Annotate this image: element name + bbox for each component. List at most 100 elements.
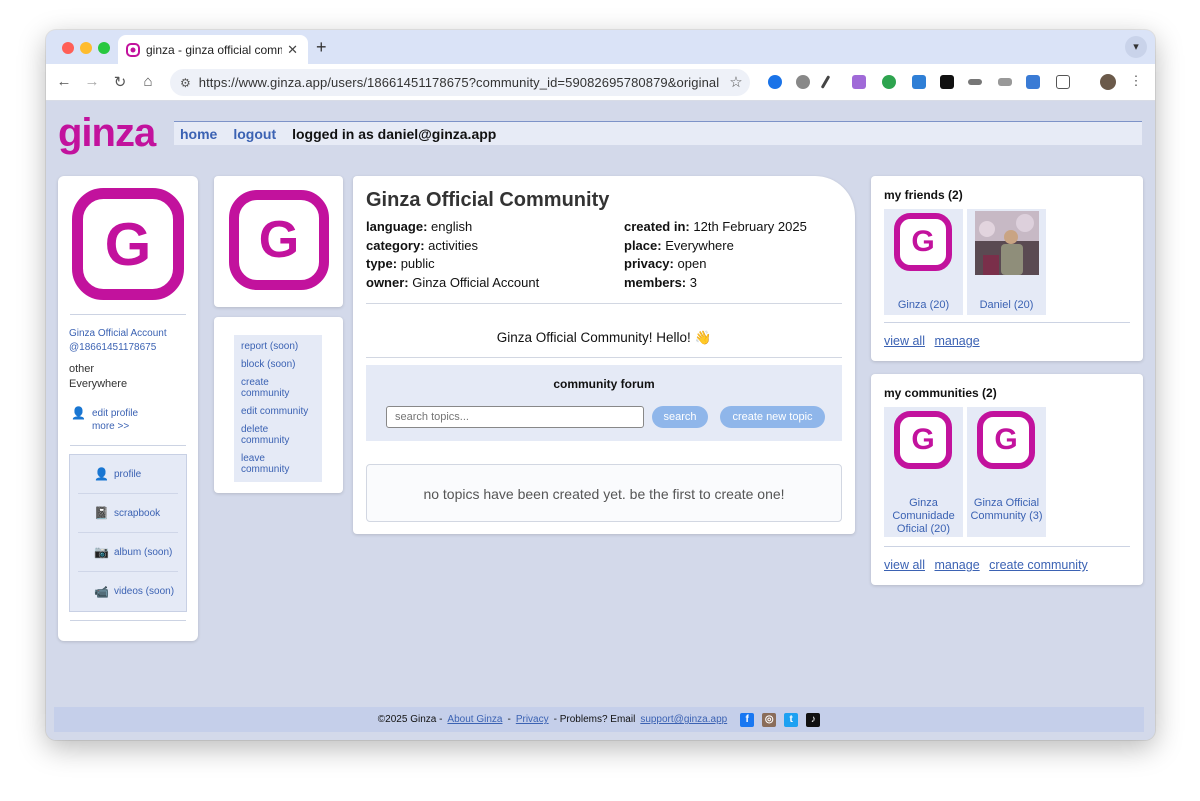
- friends-manage-link[interactable]: manage: [934, 334, 979, 348]
- back-arrow-icon[interactable]: ←: [54, 73, 74, 90]
- created-label: created in:: [624, 219, 690, 234]
- about-link[interactable]: About Ginza: [447, 714, 502, 725]
- microphone-extension-icon[interactable]: [796, 75, 810, 89]
- community-name[interactable]: Ginza Comunidade Oficial (20): [884, 497, 963, 536]
- browser-tab[interactable]: ginza - ginza official community ✕: [118, 35, 308, 64]
- tiktok-icon[interactable]: ♪: [806, 712, 821, 727]
- block-link[interactable]: block (soon): [234, 356, 322, 374]
- support-email-link[interactable]: support@ginza.app: [640, 714, 727, 725]
- new-tab-button[interactable]: +: [316, 37, 327, 58]
- communities-manage-link[interactable]: manage: [934, 558, 979, 572]
- report-link[interactable]: report (soon): [234, 338, 322, 356]
- pen-extension-icon[interactable]: [820, 75, 831, 89]
- language-value: english: [431, 219, 473, 234]
- community-tile[interactable]: G Ginza Comunidade Oficial (20): [884, 407, 963, 537]
- friends-view-all-link[interactable]: view all: [884, 334, 925, 348]
- extension-icon[interactable]: [1026, 75, 1040, 89]
- extension-icon[interactable]: [940, 75, 954, 89]
- ginza-g-icon: G: [104, 210, 152, 278]
- browser-window: ginza - ginza official community ✕ + ▾ ←…: [46, 30, 1155, 740]
- communities-card: my communities (2) G Ginza Comunidade Of…: [871, 374, 1143, 585]
- address-bar[interactable]: ⚙ https://www.ginza.app/users/1866145117…: [170, 69, 750, 96]
- create-new-topic-button[interactable]: create new topic: [720, 406, 825, 428]
- tab-search-chevron-icon[interactable]: ▾: [1125, 36, 1147, 58]
- community-actions: report (soon) block (soon) create commun…: [234, 335, 322, 482]
- footer-copyright: ©2025 Ginza -: [377, 714, 443, 725]
- footer-problems: - Problems? Email: [553, 714, 636, 725]
- no-topics-message: no topics have been created yet. be the …: [366, 464, 842, 522]
- communities-view-all-link[interactable]: view all: [884, 558, 925, 572]
- forum-title: community forum: [553, 377, 655, 391]
- notebook-icon: 📓: [94, 506, 109, 520]
- language-label: language:: [366, 219, 428, 234]
- edit-profile-link[interactable]: edit profile: [92, 407, 138, 420]
- close-tab-icon[interactable]: ✕: [287, 42, 298, 58]
- type-label: type:: [366, 256, 398, 271]
- create-community-link[interactable]: create community: [234, 374, 322, 403]
- camera-icon: 📷: [94, 545, 109, 559]
- profile-name-link[interactable]: Ginza Official Account: [69, 327, 167, 341]
- menu-item-profile[interactable]: 👤 profile: [78, 455, 178, 494]
- profile-gender: other: [69, 363, 95, 375]
- members-label: members:: [624, 274, 687, 290]
- privacy-value: open: [677, 256, 707, 271]
- friend-name[interactable]: Daniel (20): [967, 299, 1046, 312]
- friends-heading: my friends (2): [884, 188, 963, 202]
- menu-item-videos[interactable]: 📹 videos (soon): [78, 572, 178, 611]
- category-label: category:: [366, 237, 425, 253]
- forward-arrow-icon[interactable]: →: [82, 73, 102, 90]
- community-message: Ginza Official Community! Hello! 👋: [496, 330, 712, 345]
- extensions-puzzle-icon[interactable]: [1056, 75, 1070, 89]
- delete-community-link[interactable]: delete community: [234, 421, 322, 450]
- community-picture[interactable]: G: [229, 190, 329, 290]
- twitter-icon[interactable]: t: [784, 712, 799, 727]
- community-info-right: created in: 12th February 2025 place: Ev…: [624, 218, 807, 292]
- nav-logout-link[interactable]: logout: [233, 126, 276, 142]
- edit-community-link[interactable]: edit community: [234, 403, 322, 421]
- search-topics-input[interactable]: [386, 406, 644, 428]
- community-tile[interactable]: G Ginza Official Community (3): [967, 407, 1046, 537]
- site-info-icon[interactable]: ⚙: [180, 76, 191, 90]
- ginza-favicon-icon: [126, 42, 140, 57]
- friend-tile[interactable]: G Ginza (20): [884, 209, 963, 315]
- privacy-label: privacy:: [624, 256, 674, 271]
- tab-bar: ginza - ginza official community ✕ + ▾: [46, 30, 1155, 64]
- ginza-g-icon: G: [977, 411, 1035, 469]
- extension-icon[interactable]: [912, 75, 926, 89]
- maximize-window-button[interactable]: [98, 42, 110, 54]
- more-link[interactable]: more >>: [92, 420, 138, 433]
- owner-value: Ginza Official Account: [412, 274, 540, 290]
- facebook-icon[interactable]: f: [740, 712, 755, 727]
- nav-home-link[interactable]: home: [180, 126, 217, 142]
- reload-icon[interactable]: ↻: [110, 73, 130, 91]
- ginza-logo[interactable]: ginza: [58, 111, 156, 156]
- community-name[interactable]: Ginza Official Community (3): [967, 497, 1046, 523]
- extension-icon[interactable]: [998, 78, 1012, 86]
- extension-icon[interactable]: [852, 75, 866, 89]
- community-info-left: language: english category: activities t…: [366, 218, 539, 292]
- community-forum: community forum search create new topic: [366, 365, 842, 441]
- leave-community-link[interactable]: leave community: [234, 450, 322, 479]
- person-icon: 👤: [94, 467, 109, 481]
- menu-dots-icon[interactable]: ⋮: [1126, 73, 1146, 89]
- menu-item-album[interactable]: 📷 album (soon): [78, 533, 178, 572]
- profile-picture[interactable]: G: [72, 188, 184, 300]
- close-window-button[interactable]: [62, 42, 74, 54]
- search-button[interactable]: search: [652, 406, 708, 428]
- extension-icon[interactable]: [968, 79, 982, 85]
- friend-tile[interactable]: Daniel (20): [967, 209, 1046, 315]
- create-community-link[interactable]: create community: [989, 558, 1088, 572]
- avatar[interactable]: [1100, 74, 1116, 90]
- extension-icon[interactable]: [882, 75, 896, 89]
- category-value: activities: [428, 237, 479, 253]
- friend-name[interactable]: Ginza (20): [884, 299, 963, 312]
- instagram-icon[interactable]: ◎: [762, 712, 777, 727]
- minimize-window-button[interactable]: [80, 42, 92, 54]
- profile-handle-link[interactable]: @18661451178675: [69, 341, 167, 355]
- profile-menu: 👤 profile 📓 scrapbook 📷 album (soon) 📹 video…: [69, 454, 187, 612]
- bookmark-star-icon[interactable]: ☆: [726, 73, 746, 91]
- menu-item-scrapbook[interactable]: 📓 scrapbook: [78, 494, 178, 533]
- extension-icon[interactable]: [768, 75, 782, 89]
- privacy-link[interactable]: Privacy: [516, 714, 549, 725]
- home-icon[interactable]: ⌂: [138, 73, 158, 90]
